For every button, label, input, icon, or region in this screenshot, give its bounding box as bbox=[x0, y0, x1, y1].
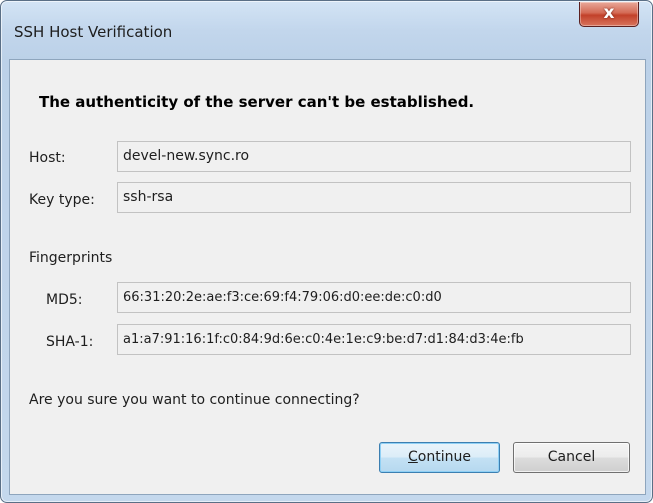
dialog-body: The authenticity of the server can't be … bbox=[9, 59, 646, 495]
dialog-heading: The authenticity of the server can't be … bbox=[39, 93, 475, 111]
close-button[interactable]: x bbox=[579, 2, 639, 27]
host-label: Host: bbox=[29, 150, 66, 166]
title-bar[interactable]: SSH Host Verification x bbox=[1, 1, 652, 59]
md5-fingerprint-field[interactable]: 66:31:20:2e:ae:f3:ce:69:f4:79:06:d0:ee:d… bbox=[117, 282, 631, 313]
fingerprints-section-label: Fingerprints bbox=[29, 250, 113, 266]
cancel-button[interactable]: Cancel bbox=[513, 442, 630, 473]
sha1-label: SHA-1: bbox=[46, 334, 94, 350]
continue-button[interactable]: Continue bbox=[379, 442, 500, 473]
md5-label: MD5: bbox=[46, 292, 83, 308]
host-field[interactable]: devel-new.sync.ro bbox=[117, 141, 631, 172]
confirmation-question: Are you sure you want to continue connec… bbox=[29, 392, 360, 408]
close-icon: x bbox=[603, 3, 615, 23]
cancel-button-label: Cancel bbox=[547, 449, 596, 465]
key-type-field[interactable]: ssh-rsa bbox=[117, 182, 631, 213]
ssh-host-verification-dialog: SSH Host Verification x The authenticity… bbox=[0, 0, 653, 503]
key-type-label: Key type: bbox=[29, 192, 95, 208]
sha1-fingerprint-field[interactable]: a1:a7:91:16:1f:c0:84:9d:6e:c0:4e:1e:c9:b… bbox=[117, 324, 631, 355]
continue-button-label: Continue bbox=[408, 449, 471, 465]
window-title: SSH Host Verification bbox=[14, 23, 173, 41]
